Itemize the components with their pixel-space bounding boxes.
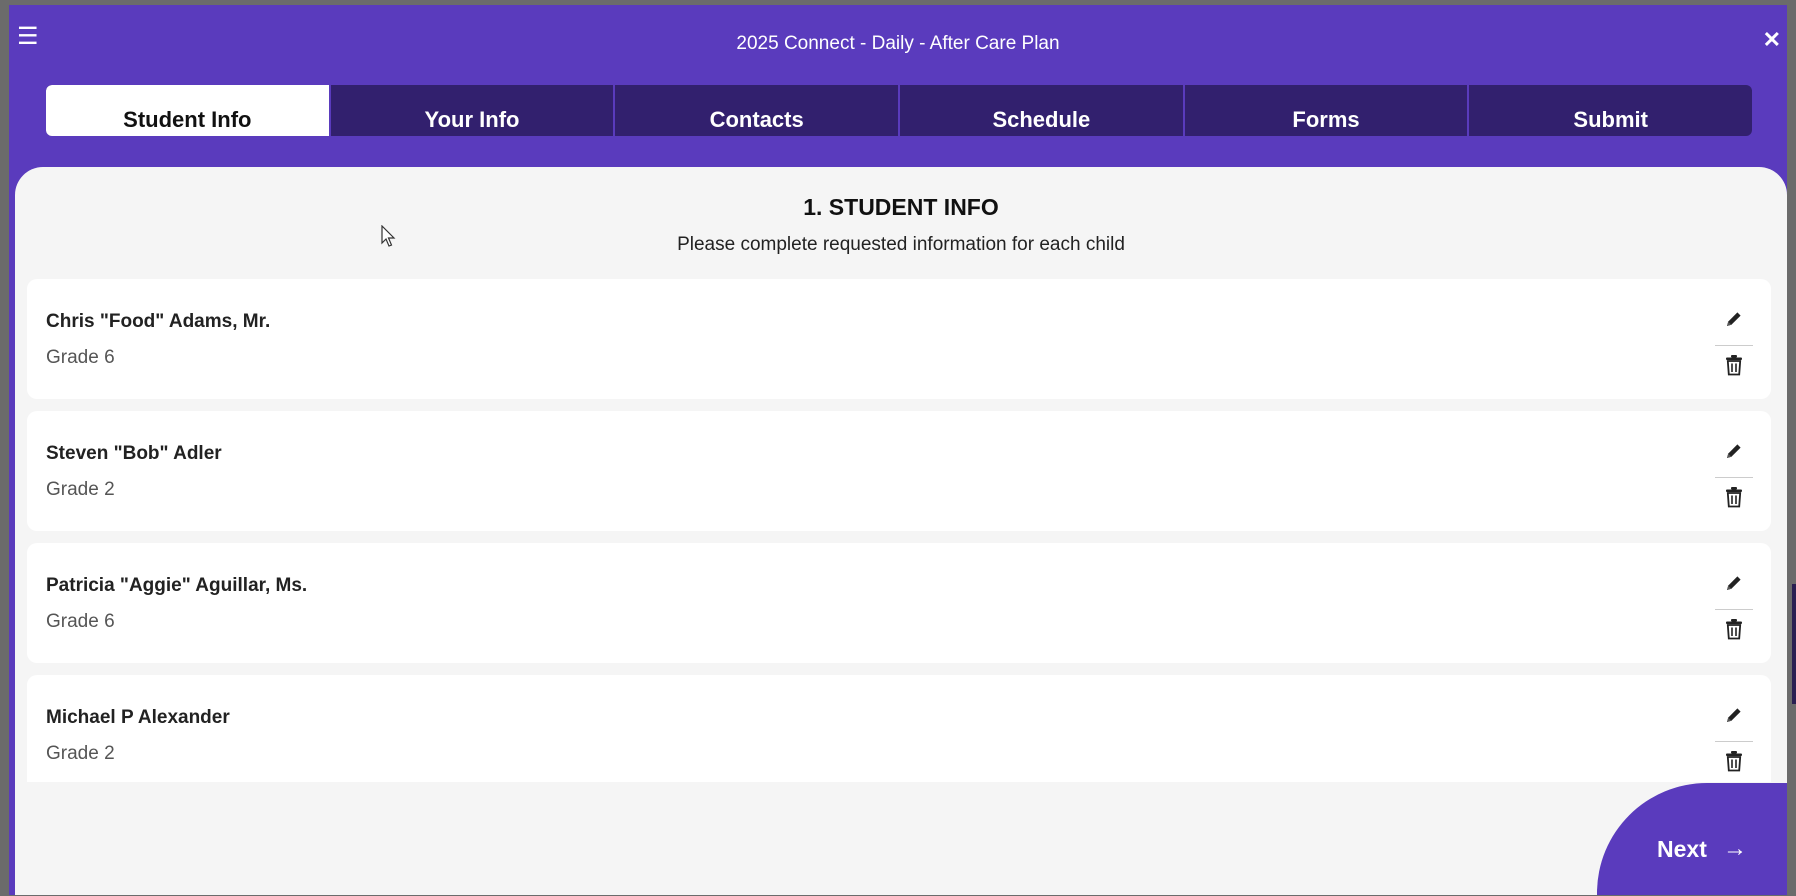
- action-divider: [1715, 741, 1753, 742]
- action-divider: [1715, 477, 1753, 478]
- mouse-cursor-icon: [381, 225, 396, 247]
- pencil-icon[interactable]: [1715, 309, 1753, 339]
- student-list: Chris "Food" Adams, Mr. Grade 6 Steven "…: [27, 279, 1771, 782]
- action-divider: [1715, 609, 1753, 610]
- step-tabs: Student Info Your Info Contacts Schedule…: [46, 85, 1752, 136]
- card-actions: [1715, 305, 1753, 384]
- student-grade: Grade 6: [46, 347, 115, 368]
- card-actions: [1715, 569, 1753, 648]
- title-bar: ☰ 2025 Connect - Daily - After Care Plan…: [9, 5, 1787, 77]
- tab-submit[interactable]: Submit: [1467, 85, 1752, 136]
- student-grade: Grade 6: [46, 611, 115, 632]
- window-title: 2025 Connect - Daily - After Care Plan: [736, 33, 1060, 54]
- arrow-right-icon: →: [1723, 835, 1747, 862]
- student-grade: Grade 2: [46, 479, 115, 500]
- student-card: Chris "Food" Adams, Mr. Grade 6: [27, 279, 1771, 399]
- trash-icon[interactable]: [1715, 486, 1753, 516]
- pencil-icon[interactable]: [1715, 705, 1753, 735]
- tab-schedule[interactable]: Schedule: [898, 85, 1183, 136]
- background-strip: [1792, 584, 1796, 704]
- trash-icon[interactable]: [1715, 354, 1753, 384]
- student-card: Michael P Alexander Grade 2: [27, 675, 1771, 782]
- tab-your-info[interactable]: Your Info: [328, 85, 614, 136]
- content-panel: 1. STUDENT INFO Please complete requeste…: [15, 167, 1787, 895]
- card-actions: [1715, 701, 1753, 780]
- student-grade: Grade 2: [46, 743, 115, 764]
- student-card: Patricia "Aggie" Aguillar, Ms. Grade 6: [27, 543, 1771, 663]
- tab-contacts[interactable]: Contacts: [613, 85, 898, 136]
- student-name: Michael P Alexander: [46, 707, 230, 728]
- student-name: Steven "Bob" Adler: [46, 443, 222, 464]
- student-name: Patricia "Aggie" Aguillar, Ms.: [46, 575, 308, 596]
- trash-icon[interactable]: [1715, 618, 1753, 648]
- dialog-window: ☰ 2025 Connect - Daily - After Care Plan…: [9, 5, 1787, 895]
- student-card: Steven "Bob" Adler Grade 2: [27, 411, 1771, 531]
- tab-forms[interactable]: Forms: [1182, 85, 1468, 136]
- pencil-icon[interactable]: [1715, 441, 1753, 471]
- tab-student-info[interactable]: Student Info: [46, 85, 329, 136]
- close-icon[interactable]: ✕: [1763, 29, 1781, 51]
- action-divider: [1715, 345, 1753, 346]
- next-button-label: Next: [1657, 836, 1707, 862]
- student-name: Chris "Food" Adams, Mr.: [46, 311, 271, 332]
- pencil-icon[interactable]: [1715, 573, 1753, 603]
- section-title: 1. STUDENT INFO: [803, 194, 999, 220]
- section-subtitle: Please complete requested information fo…: [677, 234, 1125, 255]
- trash-icon[interactable]: [1715, 750, 1753, 780]
- card-actions: [1715, 437, 1753, 516]
